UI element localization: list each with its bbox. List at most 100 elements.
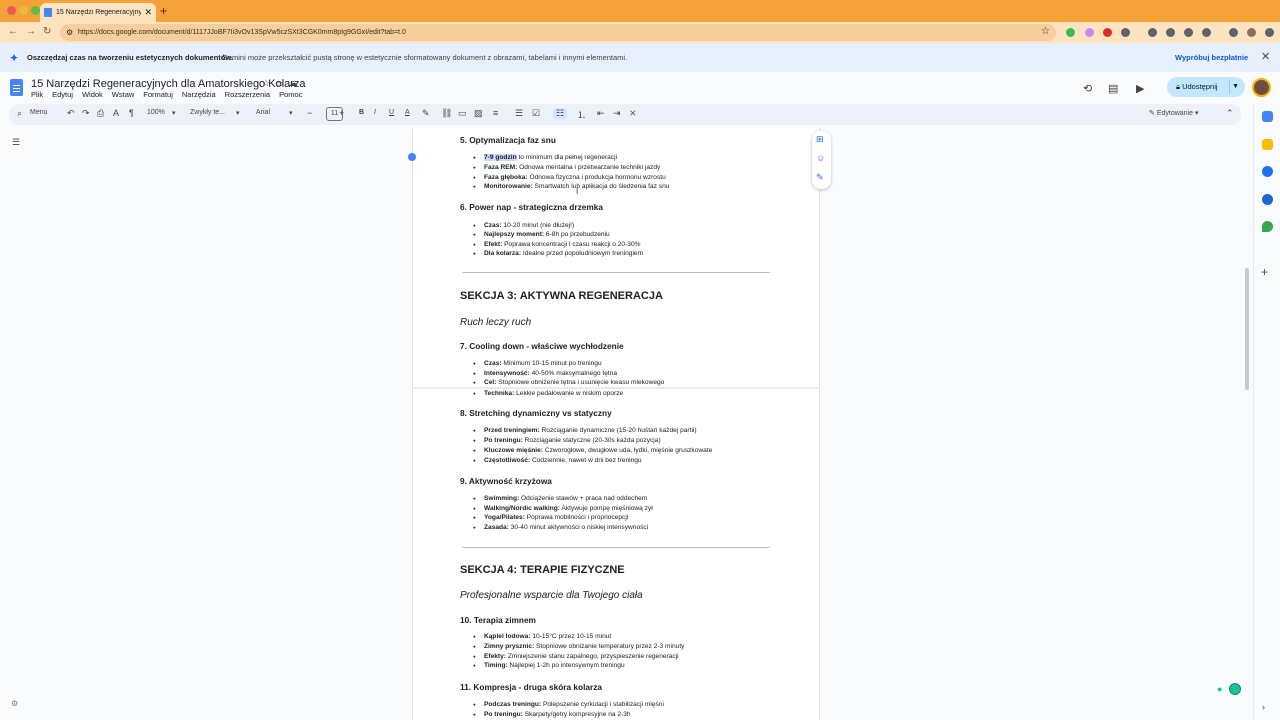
underline-icon[interactable]: U [389, 109, 394, 116]
extension-icon[interactable] [1229, 28, 1238, 37]
extension-icon[interactable] [1066, 28, 1075, 37]
extension-icon[interactable] [1103, 28, 1112, 37]
menu-insert[interactable]: Wstaw [112, 90, 135, 99]
list-item: Faza REM: Odnowa mentalna i przetwarzani… [473, 164, 660, 172]
clear-formatting-icon[interactable]: ⨯ [629, 108, 637, 119]
profile-avatar-icon[interactable] [1247, 28, 1256, 37]
extension-icon[interactable] [1166, 28, 1175, 37]
scrollbar[interactable] [1245, 268, 1249, 390]
checklist-icon[interactable]: ☑ [532, 108, 540, 119]
extension-icon[interactable] [1184, 28, 1193, 37]
numbered-list-icon[interactable]: ⒈ [577, 108, 586, 121]
grammarly-icon[interactable] [1229, 683, 1241, 695]
insert-image-icon[interactable]: ▨ [474, 108, 483, 119]
search-menus[interactable]: Menu [30, 109, 48, 116]
bulleted-list-icon[interactable]: ☷ [553, 108, 568, 119]
highlight-icon[interactable]: ✎ [422, 108, 430, 119]
explore-icon[interactable]: ⚙ [11, 699, 18, 708]
menu-extensions[interactable]: Rozszerzenia [225, 90, 270, 99]
increase-indent-icon[interactable]: ⇥ [613, 108, 621, 119]
star-icon[interactable]: ☆ [262, 78, 275, 88]
zoom-select[interactable]: 100% [147, 109, 165, 116]
tasks-icon[interactable] [1262, 166, 1273, 177]
text-color-icon[interactable]: A [405, 109, 410, 116]
paint-format-icon[interactable]: ¶ [129, 108, 134, 118]
add-comment-icon[interactable]: ⊞ [816, 134, 824, 145]
browser-tab[interactable]: 15 Narzędzi Regeneracyjnych dla Amatorsk… [40, 3, 156, 22]
horizontal-rule [462, 547, 770, 548]
reload-icon[interactable]: ↻ [43, 26, 51, 37]
add-emoji-icon[interactable]: ☺ [816, 153, 825, 163]
extensions-puzzle-icon[interactable] [1121, 28, 1130, 37]
line-spacing-icon[interactable]: ☰ [515, 108, 523, 119]
cloud-status-icon[interactable]: ☁ [289, 78, 303, 88]
list-item: Czas: Minimum 10-15 minut po treningu [473, 360, 602, 368]
url-field[interactable]: ⚙ https://docs.google.com/document/d/111… [60, 24, 1056, 41]
bold-icon[interactable]: B [359, 109, 364, 116]
expand-panel-icon[interactable]: › [1262, 702, 1265, 712]
extension-icon[interactable] [1148, 28, 1157, 37]
close-banner-icon[interactable]: ✕ [1261, 50, 1270, 63]
align-icon[interactable]: ≡ [493, 108, 498, 118]
search-menu-icon[interactable]: ⌕ [17, 108, 22, 119]
try-free-button[interactable]: Wypróbuj bezpłatnie [1175, 53, 1248, 62]
minimize-window-button[interactable] [19, 6, 28, 15]
menu-edit[interactable]: Edytuj [52, 90, 73, 99]
menu-file[interactable]: Plik [31, 90, 43, 99]
version-history-icon[interactable]: ⟲ [1083, 82, 1092, 95]
add-comment-icon[interactable]: ▭ [458, 108, 467, 119]
forward-icon[interactable]: → [26, 26, 36, 37]
user-avatar[interactable] [1252, 78, 1271, 97]
share-label: Udostępnij [1182, 82, 1218, 91]
share-dropdown-icon[interactable]: ▼ [1232, 77, 1239, 97]
meet-icon[interactable]: ▶ [1136, 82, 1144, 95]
menu-bar: Plik Edytuj Widok Wstaw Formatuj Narzędz… [31, 90, 302, 99]
comments-icon[interactable]: ▤ [1108, 82, 1118, 95]
back-icon[interactable]: ← [8, 26, 18, 37]
increase-font-icon[interactable]: + [339, 108, 344, 118]
add-addon-icon[interactable]: + [1261, 265, 1268, 279]
calendar-icon[interactable] [1262, 111, 1273, 122]
menu-help[interactable]: Pomoc [279, 90, 302, 99]
menu-format[interactable]: Formatuj [143, 90, 173, 99]
undo-icon[interactable]: ↶ [67, 108, 75, 119]
insert-link-icon[interactable]: ⛓ [441, 108, 452, 119]
close-window-button[interactable] [7, 6, 16, 15]
document-page[interactable] [412, 128, 820, 720]
sidebar-toggle-icon[interactable] [1202, 28, 1211, 37]
collapse-toolbar-icon[interactable]: ⌃ [1226, 108, 1234, 119]
menu-view[interactable]: Widok [82, 90, 103, 99]
decrease-font-icon[interactable]: − [307, 108, 312, 118]
move-folder-icon[interactable]: ▭ [275, 78, 289, 88]
font-select[interactable]: Arial [256, 109, 270, 116]
redo-icon[interactable]: ↷ [82, 108, 90, 119]
document-outline-icon[interactable]: ☰ [12, 137, 20, 148]
grammarly-assist-icon[interactable]: ● [1217, 684, 1222, 694]
list-item: Po treningu: Skarpety/getry kompresyjne … [473, 711, 631, 719]
comment-marker-icon[interactable] [408, 153, 416, 161]
italic-icon[interactable]: I [374, 109, 376, 116]
editing-mode-select[interactable]: ✎ Edytowanie ▾ [1149, 109, 1198, 117]
contacts-icon[interactable] [1262, 194, 1273, 205]
print-icon[interactable]: ⎙ [97, 108, 104, 119]
share-divider [1229, 80, 1230, 94]
bookmark-star-icon[interactable]: ☆ [1041, 26, 1050, 37]
decrease-indent-icon[interactable]: ⇤ [597, 108, 605, 119]
formatting-toolbar: ⌕ Menu ↶ ↷ ⎙ A ¶ 100% ▾ Zwykły te... ▾ A… [9, 104, 1241, 125]
maximize-window-button[interactable] [31, 6, 40, 15]
spellcheck-icon[interactable]: A [113, 108, 119, 118]
menu-tools[interactable]: Narzędzia [182, 90, 216, 99]
maps-icon[interactable] [1262, 221, 1273, 232]
list-item: 7-9 godzin to minimum dla pełnej regener… [473, 154, 617, 162]
close-tab-icon[interactable]: ✕ [144, 7, 152, 18]
site-info-icon[interactable]: ⚙ [66, 24, 73, 41]
list-item: Swimming: Odciążenie stawów + praca nad … [473, 495, 647, 503]
browser-menu-icon[interactable] [1265, 28, 1274, 37]
extension-icon[interactable] [1085, 28, 1094, 37]
suggest-edits-icon[interactable]: ✎ [816, 172, 824, 183]
docs-logo-icon[interactable] [10, 79, 23, 96]
share-button[interactable]: 🔒︎ Udostępnij ▼ [1167, 77, 1245, 97]
style-select[interactable]: Zwykły te... [190, 109, 225, 116]
keep-icon[interactable] [1262, 139, 1273, 150]
new-tab-icon[interactable]: + [160, 4, 167, 18]
